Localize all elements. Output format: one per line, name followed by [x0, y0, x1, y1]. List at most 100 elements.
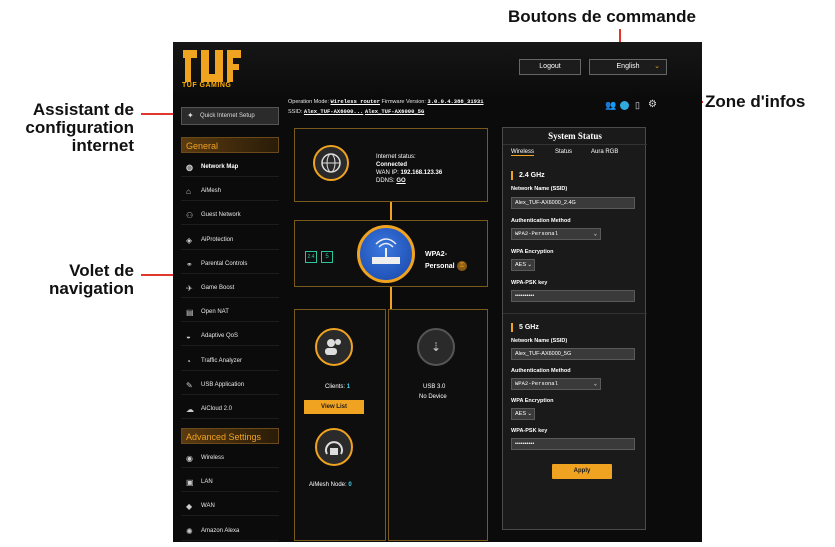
sidebar-item-parental-controls[interactable]: ⚭ Parental Controls	[181, 255, 279, 274]
operation-mode-line: Operation Mode: Wireless router Firmware…	[288, 98, 484, 105]
sidebar-item-label: Open NAT	[201, 309, 229, 316]
nav-item-icon: ▣	[186, 478, 194, 488]
usb-status: No Device	[419, 394, 447, 400]
view-list-button[interactable]: View List	[304, 400, 364, 414]
sidebar-item-open-nat[interactable]: ▤ Open NAT	[181, 303, 279, 323]
nav-item-icon: ⌂	[186, 187, 191, 197]
operation-mode-link[interactable]: Wireless router	[331, 98, 381, 105]
clients-icon	[315, 328, 353, 366]
security-line-1: WPA2-	[425, 251, 448, 258]
nav-item-icon: ▤	[186, 308, 194, 318]
usb-device-icon: ⇣	[417, 328, 455, 366]
nav-item-icon: ◒	[186, 332, 191, 342]
sidebar-item-aicloud-2-0[interactable]: ☁ AiCloud 2.0	[181, 400, 279, 419]
auth-5-select[interactable]: WPA2-Personal ⌄	[511, 378, 601, 390]
band-divider	[503, 313, 647, 314]
key-24-field[interactable]: ••••••••••	[511, 290, 635, 302]
quick-internet-setup-button[interactable]: ✦ Quick Internet Setup	[181, 107, 279, 125]
language-select[interactable]: English ⌄	[589, 59, 667, 75]
sidebar-item-label: LAN	[201, 479, 213, 486]
router-panel[interactable]: 2.4 5 WPA2- Personal ⚿	[294, 220, 488, 287]
enc-5-value: AES	[515, 411, 527, 417]
sidebar-item-lan[interactable]: ▣ LAN	[181, 473, 279, 493]
nav-item-icon: ◔	[186, 356, 191, 366]
network-icon[interactable]	[620, 101, 629, 110]
annotation-quick-setup-l1: Assistant de	[32, 100, 134, 119]
firmware-link[interactable]: 3.0.0.4.388_31931	[427, 98, 483, 105]
brand-text: TUF GAMING	[182, 82, 232, 89]
annotation-info-zone: Zone d'infos	[705, 92, 806, 111]
security-label: WPA2- Personal	[425, 249, 455, 273]
enc-24-select[interactable]: AES ⌄	[511, 259, 535, 271]
ddns-link[interactable]: GO	[396, 178, 405, 184]
sidebar-item-aimesh[interactable]: ⌂ AiMesh	[181, 182, 279, 202]
chevron-down-icon: ⌄	[593, 230, 597, 237]
tab-status[interactable]: Status	[555, 149, 572, 155]
key-5-field[interactable]: ••••••••••	[511, 438, 635, 450]
tab-aura-rgb[interactable]: Aura RGB	[591, 149, 618, 155]
enc-5-select[interactable]: AES ⌄	[511, 408, 535, 420]
auth-5-value: WPA2-Personal	[515, 380, 558, 387]
nav-header-advanced: Advanced Settings	[181, 428, 279, 444]
annotation-nav-pane-l1: Volet de	[69, 261, 134, 280]
clients-count-row: Clients: 1	[325, 384, 350, 390]
ddns-row: DDNS: GO	[376, 177, 442, 185]
auth-24-select[interactable]: WPA2-Personal ⌄	[511, 228, 601, 240]
gear-icon[interactable]: ⚙	[648, 99, 657, 110]
sidebar-item-label: AiProtection	[201, 236, 234, 243]
enc-24-value: AES	[515, 262, 527, 268]
nav-item-icon: ◈	[186, 235, 193, 245]
auth-24-label: Authentication Method	[511, 218, 571, 224]
sidebar-item-wan[interactable]: ◆ WAN	[181, 497, 279, 517]
nav-item-icon: ◆	[186, 502, 193, 512]
enc-24-label: WPA Encryption	[511, 249, 554, 255]
sidebar-item-adaptive-qos[interactable]: ◒ Adaptive QoS	[181, 327, 279, 347]
ssid-24-link[interactable]: Alex_TUF-AX6000...	[304, 108, 363, 115]
apply-button[interactable]: Apply	[552, 464, 612, 479]
usb-icon[interactable]: ▯	[635, 100, 640, 111]
clients-count: 1	[346, 384, 351, 390]
sidebar-item-usb-application[interactable]: ✎ USB Application	[181, 376, 279, 395]
ssid-5-link[interactable]: Alex_TUF-AX6000_5G	[365, 108, 424, 115]
language-value: English	[616, 63, 640, 70]
nav-item-icon: ✈	[186, 284, 193, 293]
tab-wireless[interactable]: Wireless	[511, 149, 535, 156]
annotation-nav-pane: Volet de navigation	[14, 262, 134, 298]
sidebar-item-guest-network[interactable]: ⚇ Guest Network	[181, 206, 279, 226]
annotation-command-buttons: Boutons de commande	[508, 7, 696, 26]
chevron-down-icon: ⌄	[527, 262, 532, 268]
sidebar-item-wireless[interactable]: ◉ Wireless	[181, 449, 279, 468]
aimesh-icon	[315, 428, 353, 466]
wand-icon: ✦	[187, 111, 194, 120]
nav-item-icon: ◉	[186, 454, 193, 463]
sidebar-item-aiprotection[interactable]: ◈ AiProtection	[181, 231, 279, 250]
logout-button[interactable]: Logout	[519, 59, 581, 75]
sidebar-item-amazon-alexa[interactable]: ✺ Amazon Alexa	[181, 522, 279, 541]
annotation-line-left2	[141, 274, 175, 276]
user-icon[interactable]: 👥	[605, 100, 616, 111]
sidebar-item-label: Wireless	[201, 455, 225, 461]
usb-label: USB 3.0	[423, 384, 446, 390]
band-24-header: 2.4 GHz	[511, 171, 545, 180]
aimesh-node-count: 0	[348, 482, 352, 488]
annotation-nav-pane-l2: navigation	[48, 279, 134, 298]
sidebar-item-network-map[interactable]: ◍ Network Map	[181, 158, 279, 177]
sidebar-item-label: USB Application	[201, 381, 245, 388]
internet-status-value: Connected	[376, 162, 408, 168]
header-banner: TUF GAMING Logout English ⌄	[173, 42, 702, 94]
internet-panel[interactable]: Internet status: Connected WAN IP: 192.1…	[294, 128, 488, 202]
map-connector-top	[390, 202, 392, 220]
band-24-icon: 2.4	[305, 251, 317, 263]
clients-panel[interactable]: Clients: 1 View List AiMesh Node: 0	[294, 309, 386, 541]
sidebar-item-label: AiCloud 2.0	[201, 406, 233, 412]
wan-ip-value: 192.168.123.36	[400, 170, 443, 176]
ssid-24-field[interactable]: Alex_TUF-AX6000_2.4G	[511, 197, 635, 209]
usb-panel[interactable]: ⇣ USB 3.0 No Device	[388, 309, 488, 541]
quick-setup-label: Quick Internet Setup	[200, 113, 255, 119]
annotation-quick-setup: Assistant de configuration internet	[6, 101, 134, 155]
ddns-label: DDNS:	[376, 178, 395, 184]
sidebar-item-traffic-analyzer[interactable]: ◔ Traffic Analyzer	[181, 352, 279, 371]
sidebar-item-label: Amazon Alexa	[201, 527, 240, 534]
sidebar-item-game-boost[interactable]: ✈ Game Boost	[181, 279, 279, 298]
ssid-5-field[interactable]: Alex_TUF-AX6000_5G	[511, 348, 635, 360]
